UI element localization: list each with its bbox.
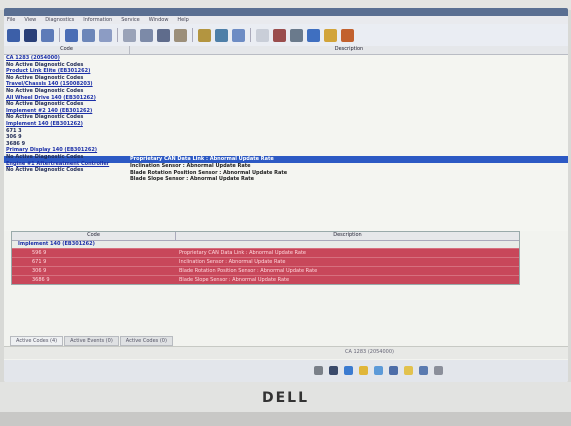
menu-service[interactable]: Service xyxy=(121,17,139,23)
menu-bar: File View Diagnostics Information Servic… xyxy=(4,16,568,24)
tree-node[interactable]: CA 1283 (2054000) xyxy=(4,55,129,62)
description-item[interactable]: Proprietary CAN Data Link : Abnormal Upd… xyxy=(130,156,287,163)
tree-status-text: No Active Diagnostic Codes xyxy=(6,167,84,174)
status-text: CA 1283 (2054000) xyxy=(345,349,394,355)
tree-node[interactable]: Primary Display 140 (EB301262) xyxy=(4,147,129,154)
tree-status-text: No Active Diagnostic Codes xyxy=(6,74,84,81)
menu-view[interactable]: View xyxy=(24,17,36,23)
toolbar xyxy=(4,24,568,47)
toolbar-divider xyxy=(59,28,60,42)
edge-icon[interactable] xyxy=(344,366,353,375)
description-list: Proprietary CAN Data Link : Abnormal Upd… xyxy=(130,156,287,183)
active-codes-tree-pane: Code Description CA 1283 (2054000) No Act… xyxy=(4,46,568,231)
tree-header: Code Description xyxy=(4,46,568,55)
code-column-header[interactable]: Code xyxy=(4,46,130,54)
tree-status-text: No Active Diagnostic Codes xyxy=(6,153,84,160)
download-icon[interactable] xyxy=(307,28,320,42)
settings-icon[interactable] xyxy=(434,366,443,375)
tree-code-item[interactable]: 3686 9 xyxy=(4,141,129,148)
cut-icon[interactable] xyxy=(99,28,112,42)
menu-diagnostics[interactable]: Diagnostics xyxy=(45,17,74,23)
settings-icon[interactable] xyxy=(198,28,211,42)
code-cell: 671 9 xyxy=(32,259,47,265)
tree-code-item[interactable]: 671 3 xyxy=(4,128,129,135)
tree-status-text: No Active Diagnostic Codes xyxy=(6,61,84,68)
description-item[interactable]: Blade Rotation Position Sensor : Abnorma… xyxy=(130,170,287,177)
window-titlebar xyxy=(4,8,568,16)
home-icon[interactable] xyxy=(290,28,303,42)
code-cell: 3686 9 xyxy=(32,277,50,283)
description-column-header[interactable]: Description xyxy=(176,232,519,240)
tree-node[interactable]: Implement 140 (EB301262) xyxy=(4,121,129,128)
description-cell: Proprietary CAN Data Link : Abnormal Upd… xyxy=(179,250,306,256)
table-row[interactable]: 306 9 Blade Rotation Position Sensor : A… xyxy=(12,266,519,275)
task-view-icon[interactable] xyxy=(329,366,338,375)
chart-icon[interactable] xyxy=(341,28,354,42)
folder-icon[interactable] xyxy=(324,28,337,42)
monitor-bezel-bottom: DELL xyxy=(0,382,571,426)
paste-icon[interactable] xyxy=(140,28,153,42)
document-icon[interactable] xyxy=(256,28,269,42)
description-cell: Blade Slope Sensor : Abnormal Update Rat… xyxy=(179,277,290,283)
table-header: Code Description xyxy=(12,232,519,241)
save-icon[interactable] xyxy=(65,28,78,42)
tab-active-events[interactable]: Active Events (0) xyxy=(64,336,119,346)
menu-information[interactable]: Information xyxy=(83,17,112,23)
menu-window[interactable]: Window xyxy=(149,17,169,23)
table-group-node[interactable]: Implement 140 (EB301262) xyxy=(12,241,519,248)
tree-status-text: No Active Diagnostic Codes xyxy=(6,101,84,108)
diagnostic-codes-table: Code Description Implement 140 (EB301262… xyxy=(11,231,520,285)
toolbar-divider xyxy=(192,28,193,42)
description-cell: Blade Rotation Position Sensor : Abnorma… xyxy=(179,268,318,274)
tree-node[interactable]: Engine #1 Aftertreatment Controller xyxy=(4,161,129,168)
table-row[interactable]: 3686 9 Blade Slope Sensor : Abnormal Upd… xyxy=(12,275,519,284)
tree-node[interactable]: All Wheel Drive 140 (EB301262) xyxy=(4,95,129,102)
new-icon[interactable] xyxy=(7,28,20,42)
tree-node[interactable]: Product Link Elite (EB301262) xyxy=(4,68,129,75)
toolbar-divider xyxy=(250,28,251,42)
description-cell: Inclination Sensor : Abnormal Update Rat… xyxy=(179,259,286,265)
refresh-icon[interactable] xyxy=(232,28,245,42)
code-column-header[interactable]: Code xyxy=(12,232,176,240)
copy-icon[interactable] xyxy=(123,28,136,42)
link-icon[interactable] xyxy=(174,28,187,42)
tree-node[interactable]: Travel/Chassis 140 (1S008203) xyxy=(4,81,129,88)
network-icon[interactable] xyxy=(215,28,228,42)
dell-logo: DELL xyxy=(261,390,310,406)
store-icon[interactable] xyxy=(374,366,383,375)
description-column-header[interactable]: Description xyxy=(130,46,568,54)
table-row[interactable]: 596 9 Proprietary CAN Data Link : Abnorm… xyxy=(12,248,519,257)
monitor-stand xyxy=(0,412,571,426)
tree-status-text: No Active Diagnostic Codes xyxy=(6,87,84,94)
folder-icon[interactable] xyxy=(404,366,413,375)
tree-node[interactable]: Implement #2 140 (EB301262) xyxy=(4,108,129,115)
mail-icon[interactable] xyxy=(389,366,398,375)
menu-help[interactable]: Help xyxy=(177,17,188,23)
print-icon[interactable] xyxy=(82,28,95,42)
app-icon[interactable] xyxy=(419,366,428,375)
status-bar: CA 1283 (2054000) xyxy=(4,346,568,359)
toolbar-divider xyxy=(117,28,118,42)
wrench-icon[interactable] xyxy=(273,28,286,42)
code-tree: CA 1283 (2054000) No Active Diagnostic Co… xyxy=(4,55,129,174)
code-cell: 596 9 xyxy=(32,250,47,256)
bottom-tabs: Active Codes (4) Active Events (0) Activ… xyxy=(10,336,173,346)
screen: File View Diagnostics Information Servic… xyxy=(4,8,568,382)
open-icon[interactable] xyxy=(41,28,54,42)
description-item[interactable]: Inclination Sensor : Abnormal Update Rat… xyxy=(130,163,287,170)
grid-icon[interactable] xyxy=(24,28,37,42)
code-cell: 306 9 xyxy=(32,268,47,274)
taskbar xyxy=(4,360,568,382)
chrome-icon[interactable] xyxy=(359,366,368,375)
tree-status-text: No Active Diagnostic Codes xyxy=(6,114,84,121)
tree-code-item[interactable]: 306 9 xyxy=(4,134,129,141)
description-item[interactable]: Blade Slope Sensor : Abnormal Update Rat… xyxy=(130,176,287,183)
menu-file[interactable]: File xyxy=(7,17,15,23)
tab-active-codes[interactable]: Active Codes (4) xyxy=(10,336,64,346)
undo-icon[interactable] xyxy=(157,28,170,42)
detail-pane: Code Description Implement 140 (EB301262… xyxy=(4,223,568,343)
search-icon[interactable] xyxy=(314,366,323,375)
tab-logged-codes[interactable]: Active Codes (0) xyxy=(119,336,173,346)
table-row[interactable]: 671 9 Inclination Sensor : Abnormal Upda… xyxy=(12,257,519,266)
